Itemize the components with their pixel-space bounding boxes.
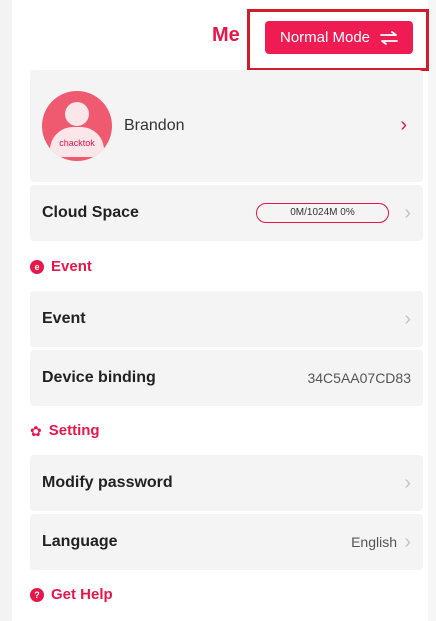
left-edge: [0, 0, 12, 621]
language-value: English: [351, 534, 397, 550]
device-binding-value: 34C5AA07CD83: [307, 370, 411, 386]
gear-icon: ✿: [30, 422, 42, 439]
avatar: chacktok: [42, 91, 112, 161]
section-event-title: Event: [51, 258, 92, 275]
modify-password-label: Modify password: [42, 474, 173, 491]
chevron-right-icon: ›: [404, 472, 411, 494]
event-row[interactable]: Event ›: [30, 291, 423, 347]
chevron-right-icon: ›: [404, 531, 411, 553]
chevron-right-icon: ›: [404, 308, 411, 330]
chevron-right-icon: ›: [404, 202, 411, 224]
chevron-right-icon: ›: [400, 114, 407, 136]
section-help-title: Get Help: [51, 586, 113, 603]
event-icon: e: [30, 259, 44, 274]
username: Brandon: [124, 117, 185, 134]
cloud-space-usage: 0M/1024M 0%: [256, 203, 389, 223]
modify-password-row[interactable]: Modify password ›: [30, 455, 423, 511]
language-row[interactable]: Language English ›: [30, 514, 423, 570]
event-label: Event: [42, 310, 86, 327]
normal-mode-button[interactable]: Normal Mode: [265, 21, 413, 54]
section-setting: ✿ Setting: [30, 422, 100, 439]
avatar-brand: chacktok: [59, 138, 95, 148]
language-label: Language: [42, 533, 118, 550]
right-edge: [428, 0, 436, 621]
device-binding-label: Device binding: [42, 369, 156, 386]
section-help: ? Get Help: [30, 586, 113, 603]
cloud-space-label: Cloud Space: [42, 204, 139, 221]
device-binding-row[interactable]: Device binding 34C5AA07CD83: [30, 350, 423, 406]
section-setting-title: Setting: [48, 422, 100, 439]
section-event: e Event: [30, 258, 92, 275]
help-icon: ?: [30, 587, 44, 602]
page-title: Me: [212, 24, 240, 46]
swap-icon: [380, 30, 398, 45]
cloud-space-row[interactable]: Cloud Space 0M/1024M 0% ›: [30, 185, 423, 241]
normal-mode-label: Normal Mode: [279, 29, 371, 46]
profile-card[interactable]: chacktok Brandon ›: [30, 70, 423, 182]
